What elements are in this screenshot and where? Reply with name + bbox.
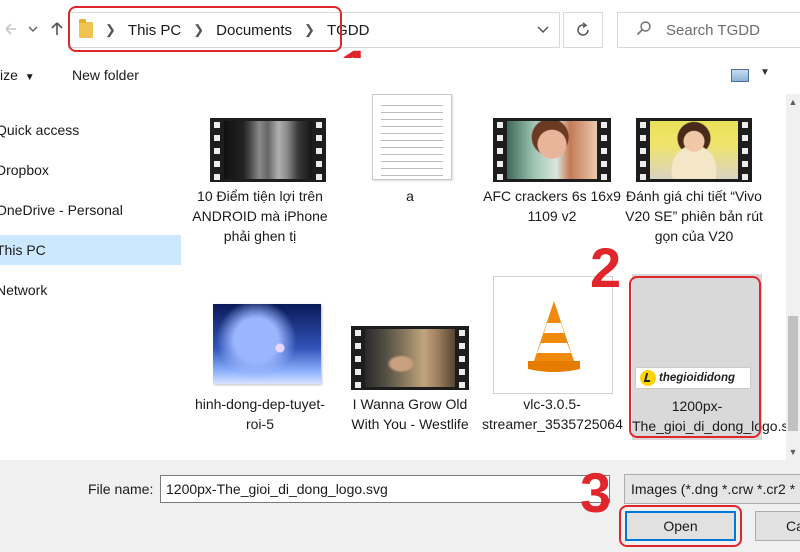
refresh-icon [577, 22, 589, 36]
callout-number-3: 3 [580, 461, 612, 524]
file-item[interactable]: I Wanna Grow Old With You - Westlife [340, 294, 480, 454]
file-name: Đánh giá chi tiết “Vivo V20 SE” phiên bả… [625, 188, 763, 244]
dialog-footer: File name: Images (*.dng *.crw *.cr2 * O… [0, 460, 800, 552]
file-name: a [406, 188, 414, 204]
file-name-label: File name: [88, 481, 154, 497]
video-thumbnail [210, 118, 326, 182]
address-row: ❯ This PC ❯ Documents ❯ TGDD Search TGDD… [0, 0, 800, 98]
file-name: vlc-3.0.5-streamer_3535725064 [482, 396, 623, 432]
scroll-down-arrow-icon[interactable]: ▼ [786, 444, 800, 460]
organize-menu[interactable]: ize ▼ [0, 67, 35, 83]
nav-item-dropbox[interactable]: Dropbox [0, 155, 181, 185]
image-thumbnail [213, 304, 321, 384]
search-placeholder: Search TGDD [666, 21, 760, 39]
document-icon [372, 94, 452, 180]
view-options-icon[interactable] [731, 69, 749, 82]
refresh-button[interactable] [563, 12, 603, 48]
file-item[interactable]: vlc-3.0.5-streamer_3535725064 [482, 274, 623, 454]
search-icon [636, 20, 652, 41]
file-item[interactable]: Đánh giá chi tiết “Vivo V20 SE” phiên bả… [624, 94, 764, 274]
callout-number-2: 2 [590, 236, 622, 299]
video-thumbnail [636, 118, 752, 182]
view-dropdown-icon[interactable]: ▼ [760, 67, 770, 78]
navigation-pane: Quick access Dropbox OneDrive - Personal… [0, 94, 185, 460]
file-type-select[interactable]: Images (*.dng *.crw *.cr2 * [624, 474, 800, 504]
file-name: 10 Điểm tiện lợi trên ANDROID mà iPhone … [192, 188, 328, 244]
address-dropdown-icon[interactable] [537, 22, 549, 37]
dropdown-arrow-icon: ▼ [24, 72, 35, 83]
file-list: 10 Điểm tiện lợi trên ANDROID mà iPhone … [190, 94, 786, 460]
video-thumbnail [493, 118, 611, 182]
address-highlight-box [68, 6, 342, 52]
toolbar: ize ▼ New folder ▼ [0, 58, 800, 94]
file-item[interactable]: 10 Điểm tiện lợi trên ANDROID mà iPhone … [190, 94, 330, 274]
nav-item-onedrive[interactable]: OneDrive - Personal [0, 195, 181, 225]
file-name-input[interactable] [160, 475, 610, 503]
nav-item-network[interactable]: Network [0, 275, 181, 305]
back-arrow-icon[interactable] [0, 16, 22, 42]
open-highlight-box [619, 505, 742, 547]
nav-item-quick-access[interactable]: Quick access [0, 115, 181, 145]
vertical-scrollbar[interactable]: ▲ ▼ [786, 94, 800, 460]
file-name: AFC crackers 6s 16x9 1109 v2 [483, 188, 621, 224]
search-input[interactable]: Search TGDD [617, 12, 800, 48]
cancel-button[interactable]: Ca [755, 511, 800, 541]
file-item[interactable]: hinh-dong-dep-tuyet-roi-5 [190, 294, 330, 454]
nav-item-this-pc[interactable]: This PC [0, 235, 181, 265]
video-thumbnail [351, 326, 469, 390]
scroll-thumb[interactable] [788, 316, 798, 431]
file-name: I Wanna Grow Old With You - Westlife [351, 396, 469, 432]
up-arrow-icon[interactable] [46, 16, 68, 42]
file-name: hinh-dong-dep-tuyet-roi-5 [195, 396, 325, 432]
file-item[interactable]: a [340, 94, 480, 274]
scroll-up-arrow-icon[interactable]: ▲ [786, 94, 800, 110]
new-folder-button[interactable]: New folder [72, 67, 139, 83]
recent-locations-chevron-icon[interactable] [22, 16, 44, 42]
file-highlight-box [629, 276, 761, 438]
